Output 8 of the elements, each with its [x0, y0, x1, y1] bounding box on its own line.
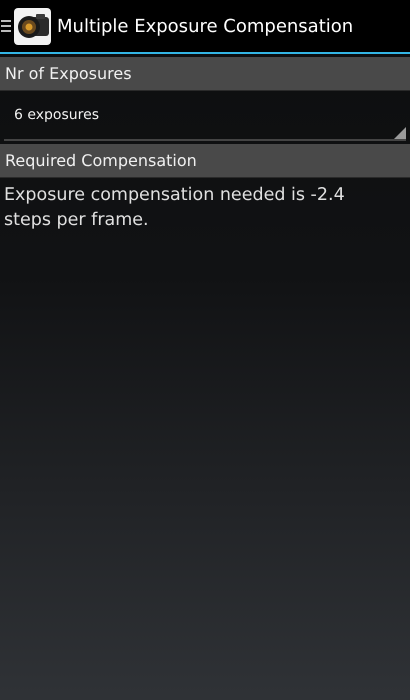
dropdown-corner-icon [394, 127, 406, 139]
camera-icon[interactable] [14, 8, 51, 44]
section-header: Nr of Exposures [0, 57, 410, 91]
app-title: Multiple Exposure Compensation [57, 16, 354, 36]
menu-icon[interactable] [1, 18, 11, 34]
result-text: Exposure compensation needed is -2.4 steps per frame. [4, 184, 346, 232]
exposures-dropdown[interactable]: 6 exposures [4, 91, 406, 141]
section-header: Required Compensation [0, 144, 410, 178]
